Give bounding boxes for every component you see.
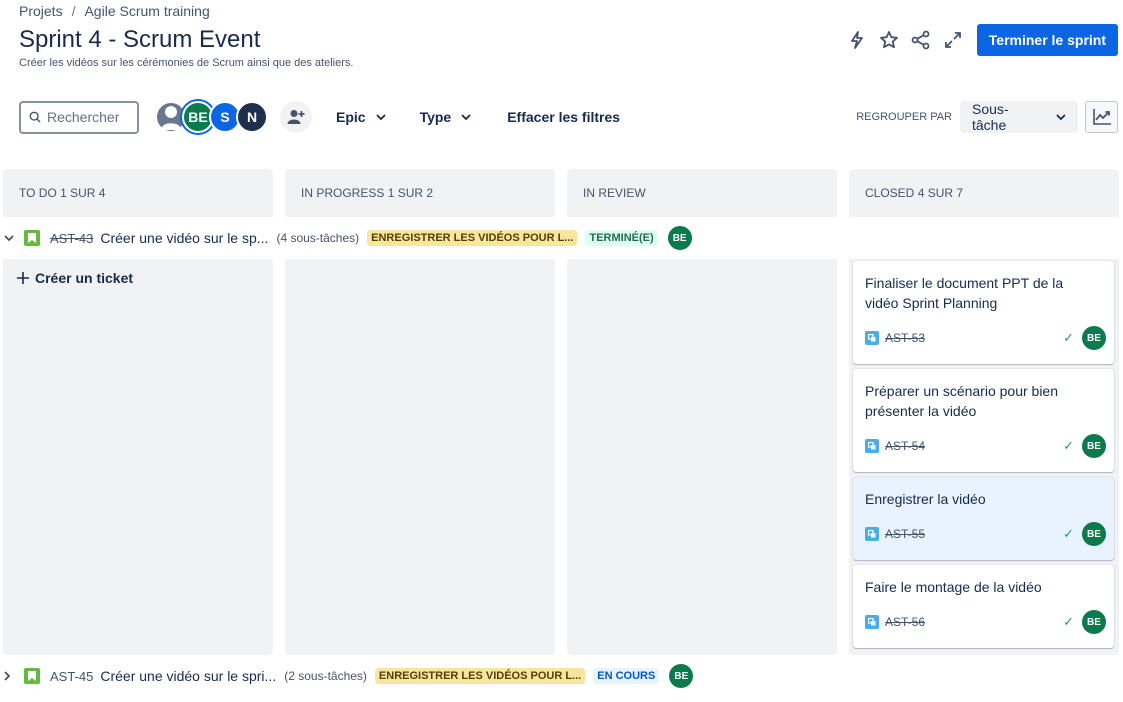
column-count: 1 SUR 4 xyxy=(60,186,106,200)
subtask-count: (2 sous-tâches) xyxy=(284,669,367,683)
issue-card[interactable]: Finaliser le document PPT de la vidéo Sp… xyxy=(853,261,1114,364)
header-actions: Terminer le sprint xyxy=(841,24,1118,56)
search-box[interactable] xyxy=(19,100,139,134)
column-header-closed: CLOSED 4 SUR 7 xyxy=(849,169,1119,217)
column-name: TO DO xyxy=(19,186,57,200)
card-key[interactable]: AST-53 xyxy=(885,331,925,345)
subtask-icon xyxy=(865,439,879,453)
card-key[interactable]: AST-56 xyxy=(885,615,925,629)
status-lozenge: TERMINÉ(E) xyxy=(585,230,658,246)
checkmark-icon: ✓ xyxy=(1063,614,1074,629)
breadcrumb-project-link[interactable]: Agile Scrum training xyxy=(84,3,209,19)
plus-icon xyxy=(17,272,29,284)
column-name: IN PROGRESS xyxy=(301,186,385,200)
type-filter[interactable]: Type xyxy=(410,101,482,133)
epic-filter-label: Epic xyxy=(336,109,366,125)
chevron-down-icon xyxy=(1056,114,1066,120)
assignee-avatar: BE xyxy=(667,226,692,250)
chevron-down-icon xyxy=(375,114,386,120)
star-icon[interactable] xyxy=(873,24,905,56)
card-key[interactable]: AST-54 xyxy=(885,439,925,453)
search-input[interactable] xyxy=(47,109,137,125)
checkmark-icon: ✓ xyxy=(1063,526,1074,541)
create-ticket-label: Créer un ticket xyxy=(35,270,134,286)
column-header-in-review: IN REVIEW xyxy=(567,169,837,217)
expand-icon[interactable] xyxy=(937,24,969,56)
card-title: Enregistrer la vidéo xyxy=(865,491,986,507)
issue-card[interactable]: Faire le montage de la vidéo AST-56 ✓ BE xyxy=(853,565,1114,648)
breadcrumb-projects-link[interactable]: Projets xyxy=(19,3,63,19)
epic-lozenge: ENREGISTRER LES VIDÉOS POUR L... xyxy=(374,668,586,684)
board-toolbar: BE S N Epic Type Effacer les filtres REG… xyxy=(19,100,1118,134)
clear-filters-button[interactable]: Effacer les filtres xyxy=(497,101,630,133)
column-header-todo: TO DO 1 SUR 4 xyxy=(3,169,273,217)
column-body-closed: Finaliser le document PPT de la vidéo Sp… xyxy=(849,259,1119,655)
issue-key[interactable]: AST-45 xyxy=(50,669,93,684)
issue-card[interactable]: Enregistrer la vidéo AST-55 ✓ BE xyxy=(853,477,1114,560)
column-name: CLOSED xyxy=(865,186,915,200)
breadcrumb-separator: / xyxy=(71,3,76,19)
column-count: 1 SUR 2 xyxy=(387,186,434,200)
issue-key[interactable]: AST-43 xyxy=(50,231,93,246)
card-title: Préparer un scénario pour bien présenter… xyxy=(865,383,1059,419)
insights-button[interactable] xyxy=(1085,101,1118,133)
search-icon xyxy=(29,111,41,123)
assignee-avatar[interactable]: BE xyxy=(1082,326,1106,350)
assignee-avatar[interactable]: BE xyxy=(1082,434,1106,458)
group-by-value: Sous-tâche xyxy=(972,101,1009,133)
user-icon xyxy=(161,106,181,130)
card-title: Finaliser le document PPT de la vidéo Sp… xyxy=(865,275,1064,311)
subtask-icon xyxy=(865,615,879,629)
add-people-button[interactable] xyxy=(280,101,312,133)
issue-card[interactable]: Préparer un scénario pour bien présenter… xyxy=(853,369,1114,472)
assignee-avatar[interactable]: BE xyxy=(1082,610,1106,634)
issue-summary: Créer une vidéo sur le sp... xyxy=(100,230,269,246)
chevron-right-icon[interactable] xyxy=(4,671,18,681)
subtask-count: (4 sous-tâches) xyxy=(276,231,360,245)
type-filter-label: Type xyxy=(419,109,452,125)
subtask-icon xyxy=(865,331,879,345)
story-icon xyxy=(24,230,40,246)
story-icon xyxy=(24,668,40,684)
checkmark-icon: ✓ xyxy=(1063,330,1074,345)
column-body-todo: Créer un ticket xyxy=(3,259,273,655)
assignee-filter: BE S N xyxy=(155,101,268,133)
automation-icon[interactable] xyxy=(841,24,873,56)
epic-filter[interactable]: Epic xyxy=(326,101,396,133)
card-key[interactable]: AST-55 xyxy=(885,527,925,541)
complete-sprint-button[interactable]: Terminer le sprint xyxy=(976,24,1118,56)
add-user-icon xyxy=(287,110,305,124)
column-body-in-progress xyxy=(285,259,555,655)
trend-chart-icon xyxy=(1092,109,1111,125)
chevron-down-icon xyxy=(461,114,471,120)
card-title: Faire le montage de la vidéo xyxy=(865,579,1042,595)
create-ticket-button[interactable]: Créer un ticket xyxy=(17,270,133,286)
column-header-in-progress: IN PROGRESS 1 SUR 2 xyxy=(285,169,555,217)
assignee-avatar: BE xyxy=(669,664,694,688)
column-name: IN REVIEW xyxy=(583,186,646,200)
group-by-label: REGROUPER PAR xyxy=(856,111,952,123)
chevron-down-icon[interactable] xyxy=(4,235,18,241)
assignee-avatar[interactable]: BE xyxy=(1082,522,1106,546)
subtask-icon xyxy=(865,527,879,541)
avatar-n[interactable]: N xyxy=(236,101,268,133)
column-count: 4 SUR 7 xyxy=(917,186,964,200)
swimlane-header[interactable]: AST-43 Créer une vidéo sur le sp... (4 s… xyxy=(4,225,692,251)
status-lozenge: EN COURS xyxy=(593,668,660,684)
checkmark-icon: ✓ xyxy=(1063,438,1074,453)
epic-lozenge: ENREGISTRER LES VIDÉOS POUR L... xyxy=(367,230,578,246)
breadcrumb: Projets / Agile Scrum training xyxy=(19,3,210,19)
sprint-goal: Créer les vidéos sur les cérémonies de S… xyxy=(19,57,354,69)
group-by-select[interactable]: Sous-tâche xyxy=(960,101,1078,133)
column-body-in-review xyxy=(567,259,837,655)
share-icon[interactable] xyxy=(905,24,937,56)
swimlane-header[interactable]: AST-45 Créer une vidéo sur le spri... (2… xyxy=(4,663,694,689)
page-title: Sprint 4 - Scrum Event xyxy=(19,26,261,53)
issue-summary: Créer une vidéo sur le spri... xyxy=(100,668,277,684)
